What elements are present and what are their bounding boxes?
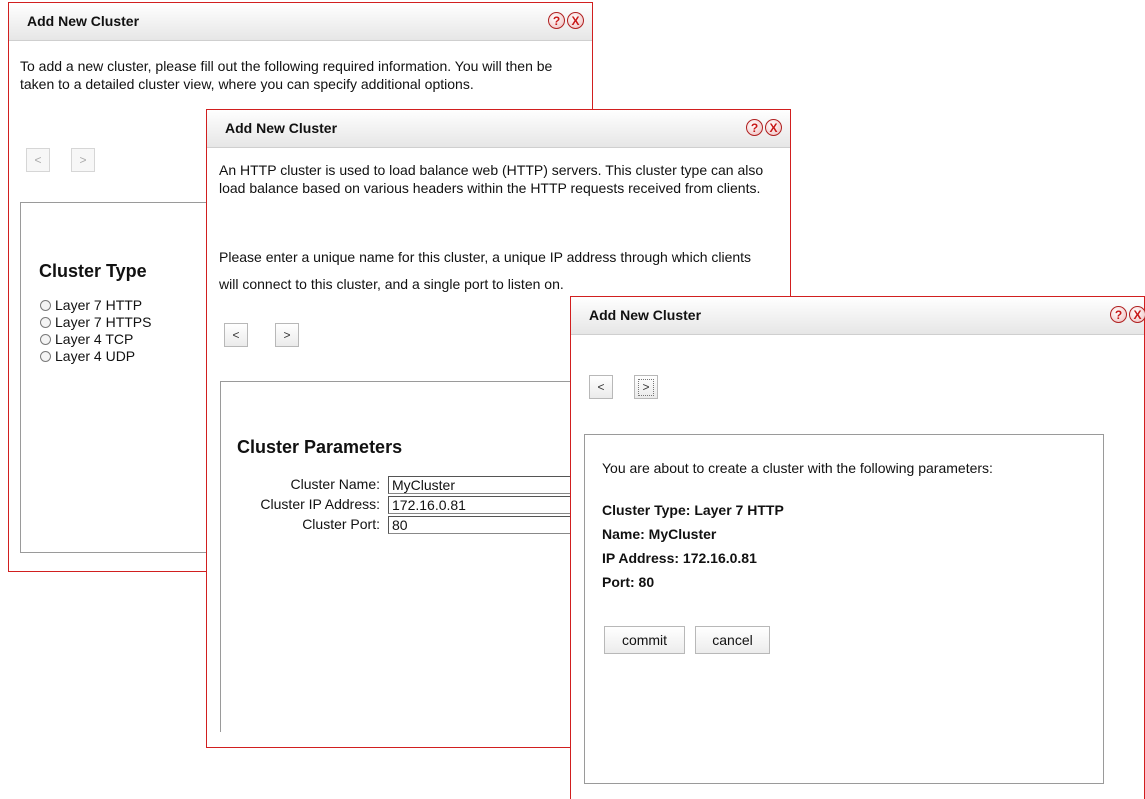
radio-option-layer7-https[interactable]: Layer 7 HTTPS — [40, 314, 151, 330]
dialog-header: Add New Cluster ? X — [571, 297, 1145, 335]
close-icon[interactable]: X — [765, 119, 782, 136]
commit-button[interactable]: commit — [604, 626, 685, 654]
next-button-label: > — [638, 379, 654, 396]
add-cluster-dialog-step3: Add New Cluster ? X < > You are about to… — [570, 296, 1145, 799]
section-title: Cluster Parameters — [237, 437, 403, 457]
summary-intro: You are about to create a cluster with t… — [602, 460, 993, 476]
next-button[interactable]: > — [275, 323, 299, 347]
radio-option-layer7-http[interactable]: Layer 7 HTTP — [40, 297, 142, 313]
dialog-header: Add New Cluster ? X — [9, 3, 592, 41]
back-button[interactable]: < — [26, 148, 50, 172]
cluster-ip-row: Cluster IP Address: — [221, 496, 621, 514]
dialog-title: Add New Cluster — [589, 307, 702, 323]
dialog-title: Add New Cluster — [27, 13, 140, 29]
cluster-name-row: Cluster Name: — [221, 476, 621, 494]
cluster-name-label: Cluster Name: — [290, 476, 380, 492]
next-button[interactable]: > — [634, 375, 658, 399]
help-icon[interactable]: ? — [746, 119, 763, 136]
dialog-intro-text: An HTTP cluster is used to load balance … — [219, 162, 764, 196]
radio-option-layer4-tcp[interactable]: Layer 4 TCP — [40, 331, 133, 347]
dialog-title: Add New Cluster — [225, 120, 338, 136]
summary-ip: IP Address: 172.16.0.81 — [602, 550, 757, 566]
summary-cluster-type: Cluster Type: Layer 7 HTTP — [602, 502, 784, 518]
summary-name: Name: MyCluster — [602, 526, 717, 542]
help-icon[interactable]: ? — [548, 12, 565, 29]
help-icon[interactable]: ? — [1110, 306, 1127, 323]
dialog-intro-text: To add a new cluster, please fill out th… — [20, 58, 553, 92]
summary-panel: You are about to create a cluster with t… — [584, 434, 1104, 784]
cluster-port-row: Cluster Port: — [221, 516, 621, 534]
next-button[interactable]: > — [71, 148, 95, 172]
dialog-header: Add New Cluster ? X — [207, 110, 790, 148]
cluster-port-label: Cluster Port: — [302, 516, 380, 532]
radio-label: Layer 4 TCP — [55, 331, 134, 347]
radio-label: Layer 7 HTTP — [55, 297, 143, 313]
section-title: Cluster Type — [39, 261, 147, 281]
summary-port: Port: 80 — [602, 574, 655, 590]
cancel-button[interactable]: cancel — [695, 626, 770, 654]
back-button[interactable]: < — [589, 375, 613, 399]
radio-label: Layer 7 HTTPS — [55, 314, 152, 330]
dialog-instruction-text: Please enter a unique name for this clus… — [219, 249, 752, 292]
close-icon[interactable]: X — [567, 12, 584, 29]
radio-button[interactable] — [40, 299, 51, 311]
radio-button[interactable] — [40, 333, 51, 345]
radio-button[interactable] — [40, 316, 51, 328]
cluster-ip-label: Cluster IP Address: — [260, 496, 380, 512]
radio-option-layer4-udp[interactable]: Layer 4 UDP — [40, 348, 135, 364]
back-button[interactable]: < — [224, 323, 248, 347]
close-icon[interactable]: X — [1129, 306, 1145, 323]
radio-button[interactable] — [40, 350, 51, 362]
radio-label: Layer 4 UDP — [55, 348, 136, 364]
